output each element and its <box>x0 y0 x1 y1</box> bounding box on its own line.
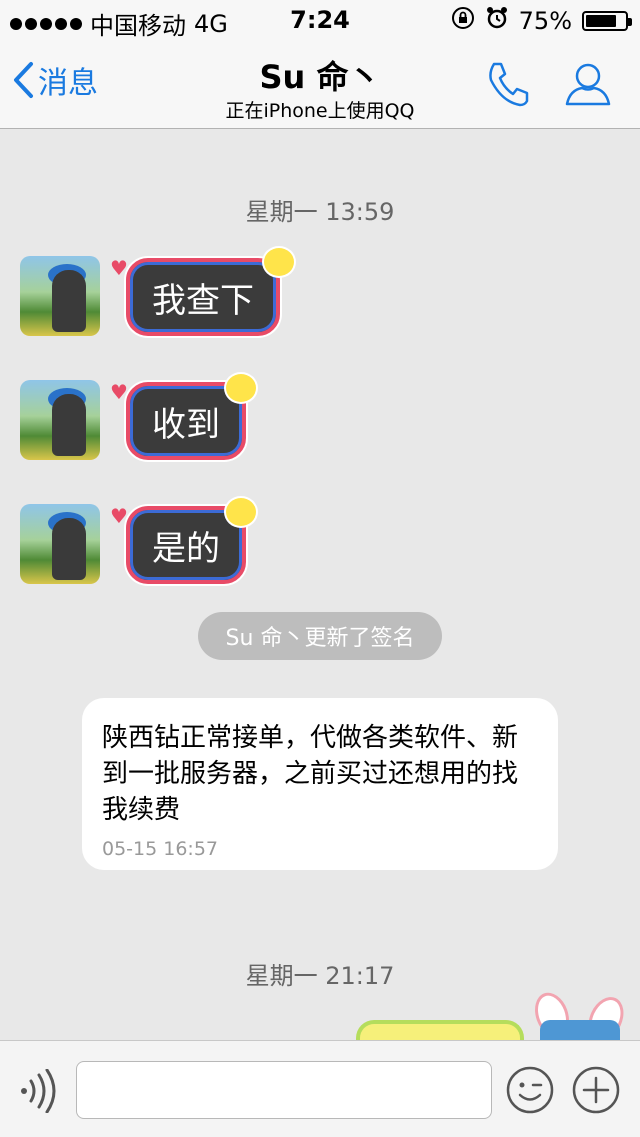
status-right: 75% <box>451 6 632 36</box>
rotation-lock-icon <box>451 6 475 36</box>
avatar[interactable] <box>20 256 100 336</box>
battery-icon <box>582 11 632 31</box>
heart-icon: ♥ <box>110 256 128 280</box>
status-bar: 中国移动 4G 7:24 75% <box>0 0 640 40</box>
battery-percent: 75% <box>518 7 572 35</box>
system-notice-text: Su 命丶更新了签名 <box>225 626 415 651</box>
phone-icon[interactable] <box>486 60 530 112</box>
avatar[interactable] <box>20 504 100 584</box>
timestamp-divider: 星期一 21:17 <box>245 962 395 990</box>
contact-profile-icon[interactable] <box>564 60 612 112</box>
heart-icon: ♥ <box>110 380 128 404</box>
heart-icon: ♥ <box>110 504 128 528</box>
chat-title: Su 命丶 <box>259 58 381 96</box>
alarm-icon <box>485 6 509 36</box>
emoji-icon[interactable] <box>506 1066 554 1118</box>
message-input[interactable] <box>76 1061 492 1119</box>
message-text: 收到 <box>152 404 220 445</box>
avatar[interactable] <box>20 380 100 460</box>
signature-timestamp: 05-15 16:57 <box>102 838 219 860</box>
voice-input-icon[interactable] <box>18 1068 58 1117</box>
signature-card[interactable]: 陕西钻正常接单，代做各类软件、新到一批服务器，之前买过还想用的找我续费 05-1… <box>82 698 558 870</box>
bubble-decoration-icon <box>224 496 258 528</box>
system-notice[interactable]: Su 命丶更新了签名 <box>198 612 442 660</box>
message-bubble[interactable]: 我查下 <box>126 258 280 336</box>
message-text: 是的 <box>152 528 220 569</box>
bubble-decoration-icon <box>262 246 296 278</box>
bubble-decoration-icon <box>224 372 258 404</box>
plus-icon[interactable] <box>572 1066 620 1118</box>
my-avatar[interactable] <box>540 1020 620 1040</box>
signature-text: 陕西钻正常接单，代做各类软件、新到一批服务器，之前买过还想用的找我续费 <box>102 723 519 825</box>
message-text: 我查下 <box>152 280 254 321</box>
input-bar <box>0 1040 640 1137</box>
chat-subtitle: 正在iPhone上使用QQ <box>225 100 415 122</box>
timestamp-divider: 星期一 13:59 <box>245 198 395 226</box>
nav-bar: 消息 Su 命丶 正在iPhone上使用QQ <box>0 40 640 129</box>
